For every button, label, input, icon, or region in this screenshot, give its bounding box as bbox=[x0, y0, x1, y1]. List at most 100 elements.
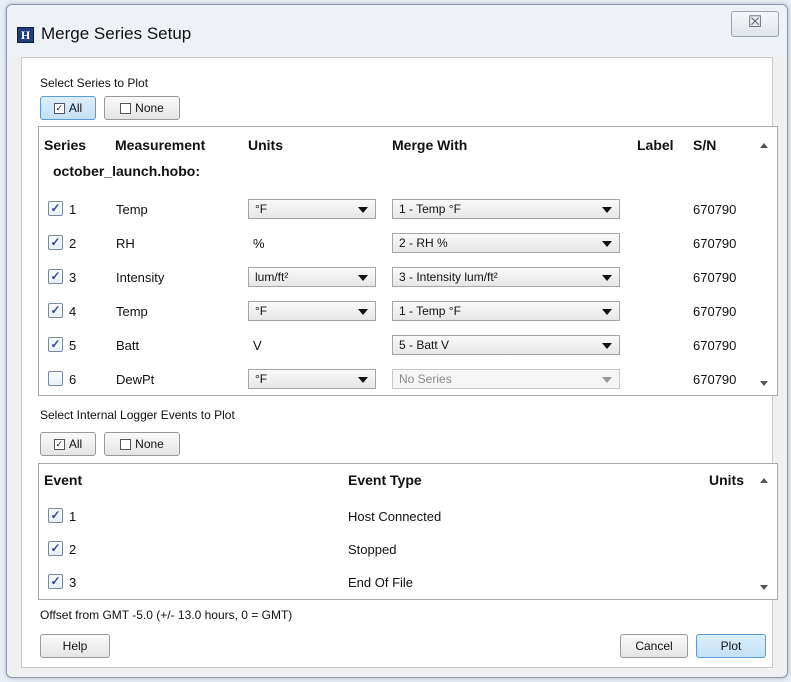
window-title: Merge Series Setup bbox=[41, 24, 192, 43]
measurement-name: Intensity bbox=[116, 270, 165, 285]
events-section-label: Select Internal Logger Events to Plot bbox=[40, 408, 235, 422]
close-button[interactable]: ☒ bbox=[731, 11, 779, 37]
scroll-up-arrow-icon[interactable] bbox=[760, 478, 768, 483]
units-value: °F bbox=[255, 304, 268, 318]
serial-number: 670790 bbox=[693, 202, 737, 217]
scroll-up-arrow-icon[interactable] bbox=[760, 143, 768, 148]
series-checkbox[interactable] bbox=[48, 371, 63, 386]
header-series: Series bbox=[44, 137, 87, 153]
series-all-button[interactable]: ✓ All bbox=[40, 96, 96, 120]
measurement-name: Temp bbox=[116, 202, 148, 217]
header-label: Label bbox=[637, 137, 674, 153]
dialog-content: Select Series to Plot ✓ All None Series … bbox=[21, 57, 778, 668]
units-value: °F bbox=[255, 372, 268, 386]
title-bar: H Merge Series Setup ☒ bbox=[7, 5, 787, 57]
units-value: °F bbox=[255, 202, 268, 216]
help-label: Help bbox=[62, 639, 88, 653]
dropdown-arrow-icon bbox=[602, 309, 612, 315]
gmt-offset-text: Offset from GMT -5.0 (+/- 13.0 hours, 0 … bbox=[40, 608, 293, 622]
serial-number: 670790 bbox=[693, 236, 737, 251]
dropdown-arrow-icon bbox=[602, 241, 612, 247]
series-checkbox[interactable]: ✓ bbox=[48, 337, 63, 352]
serial-number: 670790 bbox=[693, 338, 737, 353]
series-all-label: All bbox=[68, 101, 83, 115]
merge-with-value: 1 - Temp °F bbox=[399, 202, 461, 216]
measurement-name: Temp bbox=[116, 304, 148, 319]
serial-number: 670790 bbox=[693, 304, 737, 319]
checkbox-checked-icon: ✓ bbox=[53, 102, 65, 114]
event-checkbox[interactable]: ✓ bbox=[48, 508, 63, 523]
series-number: 5 bbox=[69, 338, 77, 353]
measurement-name: RH bbox=[116, 236, 135, 251]
events-all-label: All bbox=[68, 437, 83, 451]
series-checkbox[interactable]: ✓ bbox=[48, 269, 63, 284]
scroll-down-arrow-icon[interactable] bbox=[760, 585, 768, 590]
events-table: Event Event Type Units ✓ 1 Host Connected ✓… bbox=[38, 463, 778, 600]
units-dropdown[interactable]: °F bbox=[248, 301, 376, 321]
series-none-button[interactable]: None bbox=[104, 96, 180, 120]
events-none-button[interactable]: None bbox=[104, 432, 180, 456]
series-number: 3 bbox=[69, 270, 77, 285]
dropdown-arrow-icon bbox=[602, 207, 612, 213]
series-section-label: Select Series to Plot bbox=[40, 76, 149, 90]
serial-number: 670790 bbox=[693, 372, 737, 387]
units-value: % bbox=[253, 236, 265, 251]
file-name-label: october_launch.hobo: bbox=[53, 163, 200, 179]
header-units: Units bbox=[248, 137, 283, 153]
merge-with-value: 5 - Batt V bbox=[399, 338, 450, 352]
measurement-name: Batt bbox=[116, 338, 140, 353]
dropdown-arrow-icon bbox=[602, 377, 612, 383]
merge-with-dropdown[interactable]: 5 - Batt V bbox=[392, 335, 620, 355]
units-dropdown[interactable]: °F bbox=[248, 369, 376, 389]
dropdown-arrow-icon bbox=[358, 275, 368, 281]
merge-with-value: 3 - Intensity lum/ft² bbox=[399, 270, 498, 284]
dropdown-arrow-icon bbox=[602, 275, 612, 281]
merge-with-dropdown[interactable]: 1 - Temp °F bbox=[392, 199, 620, 219]
event-type: Stopped bbox=[348, 542, 397, 557]
series-table: Series Measurement Units Merge With Labe… bbox=[38, 126, 778, 396]
units-dropdown[interactable]: °F bbox=[248, 199, 376, 219]
series-number: 1 bbox=[69, 202, 77, 217]
dropdown-arrow-icon bbox=[358, 207, 368, 213]
cancel-button[interactable]: Cancel bbox=[620, 634, 688, 658]
header-event: Event bbox=[44, 472, 83, 488]
events-all-button[interactable]: ✓ All bbox=[40, 432, 96, 456]
scroll-down-arrow-icon[interactable] bbox=[760, 381, 768, 386]
header-sn: S/N bbox=[693, 137, 717, 153]
merge-with-dropdown[interactable]: 2 - RH % bbox=[392, 233, 620, 253]
event-number: 1 bbox=[69, 509, 77, 524]
event-checkbox[interactable]: ✓ bbox=[48, 574, 63, 589]
series-checkbox[interactable]: ✓ bbox=[48, 201, 63, 216]
merge-with-value: 1 - Temp °F bbox=[399, 304, 461, 318]
hobo-app-icon: H bbox=[17, 27, 34, 43]
event-type: End Of File bbox=[348, 575, 414, 590]
series-none-label: None bbox=[135, 101, 164, 115]
help-button[interactable]: Help bbox=[40, 634, 110, 658]
series-checkbox[interactable]: ✓ bbox=[48, 235, 63, 250]
event-checkbox[interactable]: ✓ bbox=[48, 541, 63, 556]
event-type: Host Connected bbox=[348, 509, 442, 524]
cancel-label: Cancel bbox=[635, 639, 673, 653]
merge-with-value: 2 - RH % bbox=[399, 236, 448, 250]
dropdown-arrow-icon bbox=[358, 377, 368, 383]
dropdown-arrow-icon bbox=[358, 309, 368, 315]
series-number: 2 bbox=[69, 236, 77, 251]
units-value: V bbox=[253, 338, 262, 353]
units-dropdown[interactable]: lum/ft² bbox=[248, 267, 376, 287]
measurement-name: DewPt bbox=[116, 372, 155, 387]
header-measurement: Measurement bbox=[115, 137, 206, 153]
close-icon: ☒ bbox=[747, 14, 763, 31]
serial-number: 670790 bbox=[693, 270, 737, 285]
units-value: lum/ft² bbox=[255, 270, 289, 284]
merge-with-dropdown[interactable]: 1 - Temp °F bbox=[392, 301, 620, 321]
checkbox-empty-icon bbox=[120, 102, 132, 114]
dropdown-arrow-icon bbox=[602, 343, 612, 349]
events-none-label: None bbox=[135, 437, 164, 451]
series-checkbox[interactable]: ✓ bbox=[48, 303, 63, 318]
header-merge-with: Merge With bbox=[392, 137, 468, 153]
plot-button[interactable]: Plot bbox=[696, 634, 766, 658]
dialog-window: H Merge Series Setup ☒ Select Series to … bbox=[6, 4, 788, 678]
merge-with-dropdown: No Series bbox=[392, 369, 620, 389]
series-number: 4 bbox=[69, 304, 77, 319]
merge-with-dropdown[interactable]: 3 - Intensity lum/ft² bbox=[392, 267, 620, 287]
